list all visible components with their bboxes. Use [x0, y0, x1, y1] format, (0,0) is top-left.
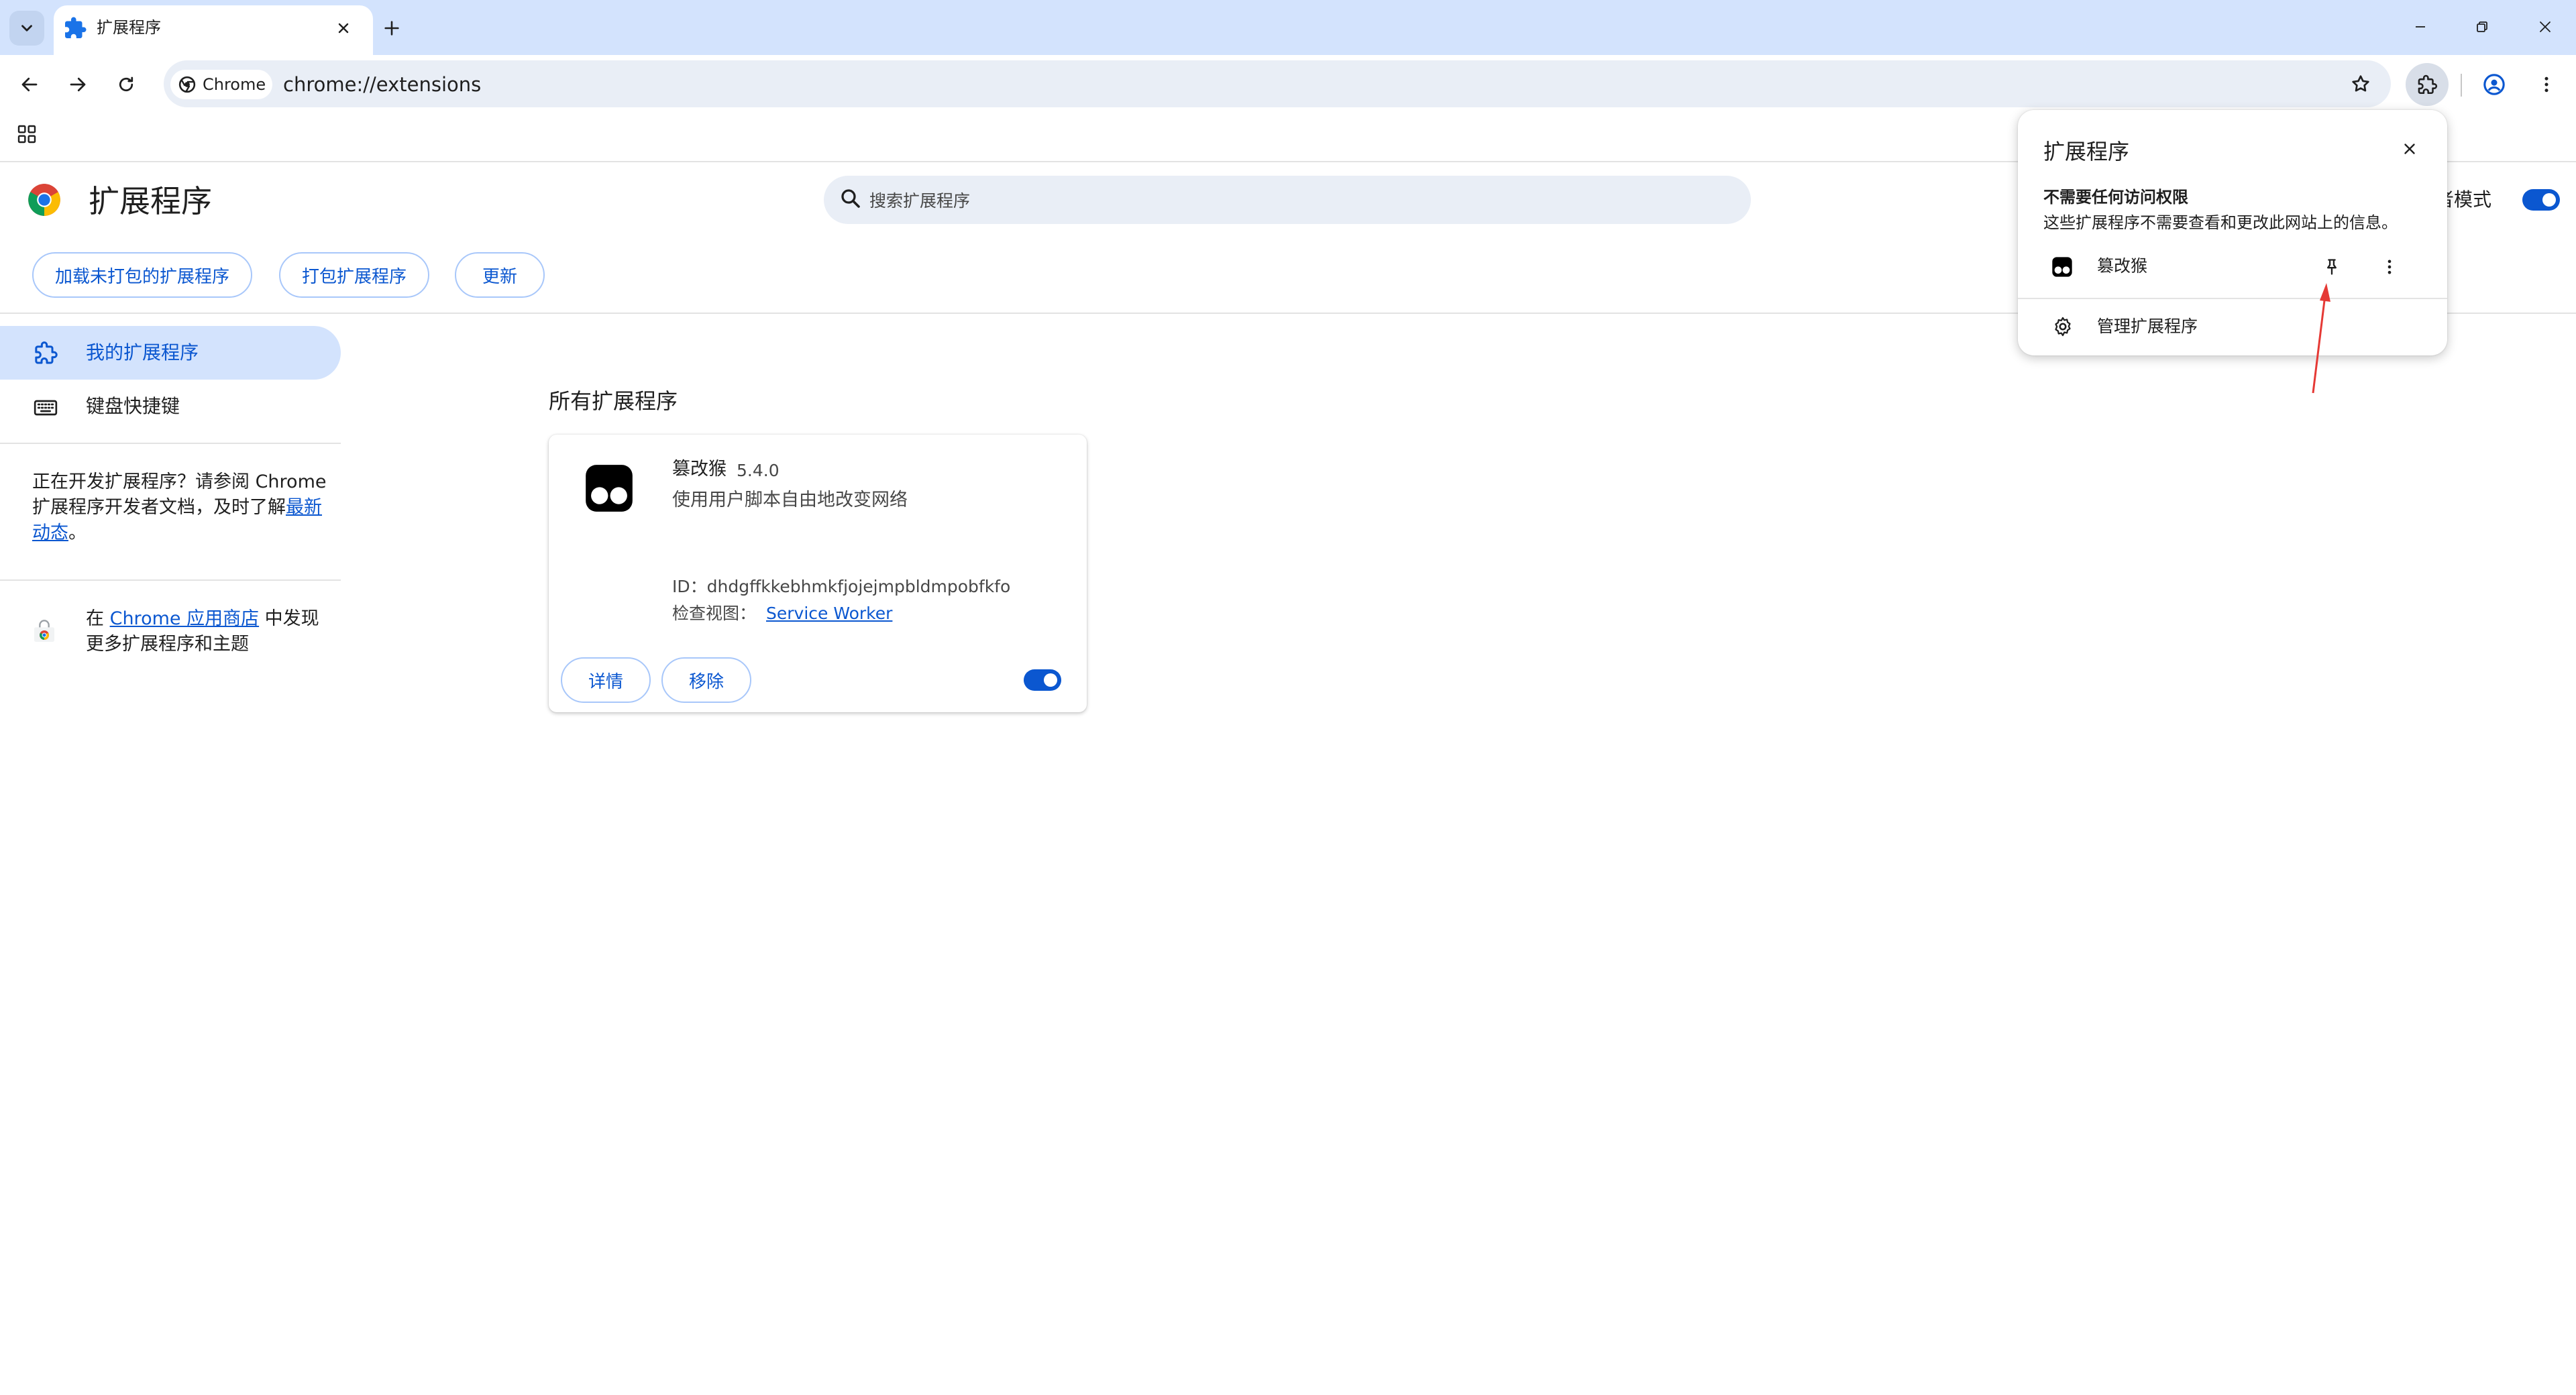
inspect-views-label: 检查视图： [672, 604, 757, 623]
details-button[interactable]: 详情 [561, 657, 651, 703]
site-chip-label: Chrome [203, 75, 266, 94]
popup-section-description: 这些扩展程序不需要查看和更改此网站上的信息。 [2043, 213, 2398, 232]
apps-button[interactable] [12, 119, 42, 149]
service-worker-link[interactable]: Service Worker [766, 602, 892, 625]
extension-version: 5.4.0 [737, 461, 780, 480]
site-info-chip[interactable]: Chrome [170, 70, 272, 99]
popup-title: 扩展程序 [2043, 139, 2130, 164]
sidebar-item-label[interactable]: 键盘快捷键 [86, 394, 180, 418]
dev-note-text: 正在开发扩展程序？请参阅 Chrome 扩展程序开发者文档，及时了解 [32, 471, 327, 518]
puzzle-icon [2418, 74, 2438, 95]
extension-icon [32, 339, 59, 366]
restore-icon [2477, 21, 2487, 32]
dev-note-suffix: 。 [68, 522, 87, 543]
pin-icon [2327, 259, 2337, 275]
avatar-icon [2483, 74, 2505, 95]
address-bar[interactable] [164, 60, 2391, 107]
more-vert-icon [2544, 76, 2548, 93]
chrome-menu-button[interactable] [2529, 67, 2564, 102]
tab-title: 扩展程序 [97, 18, 161, 37]
section-title: 所有扩展程序 [549, 388, 678, 414]
popup-close-button[interactable] [2394, 133, 2426, 165]
annotation-arrow [2308, 275, 2341, 394]
extension-more-button[interactable] [2373, 251, 2406, 283]
gear-icon [2051, 315, 2074, 338]
bookmark-button[interactable] [2344, 67, 2377, 101]
close-icon [2404, 144, 2415, 154]
popup-section-heading: 不需要任何访问权限 [2043, 188, 2188, 207]
extensions-button[interactable] [2406, 63, 2449, 106]
chrome-logo [27, 182, 62, 217]
tampermonkey-icon [584, 463, 635, 514]
sidebar-divider [0, 443, 341, 444]
window-close-button[interactable] [2526, 13, 2564, 40]
search-icon [839, 186, 863, 211]
chevron-down-icon [21, 25, 32, 32]
tab-close-button[interactable] [330, 15, 357, 42]
search-input[interactable] [868, 186, 1676, 215]
keyboard-icon [32, 394, 59, 421]
plus-icon [384, 21, 399, 36]
minimize-icon [2416, 26, 2425, 27]
restore-button[interactable] [2463, 13, 2501, 40]
popup-extension-name[interactable]: 篡改猴 [2097, 255, 2147, 278]
extension-enable-toggle[interactable] [1024, 669, 1061, 691]
close-icon [338, 23, 349, 34]
close-icon [2540, 21, 2551, 32]
chrome-icon [178, 76, 196, 93]
apps-grid-icon [17, 125, 36, 144]
page-title: 扩展程序 [89, 183, 212, 219]
star-icon [2352, 75, 2369, 92]
arrow-right-icon [70, 77, 86, 92]
load-unpacked-button[interactable]: 加载未打包的扩展程序 [32, 252, 252, 298]
manage-extensions-item[interactable]: 管理扩展程序 [2097, 315, 2198, 338]
web-store-icon [31, 618, 58, 645]
sidebar-divider [0, 579, 341, 581]
tab-search-button[interactable] [9, 11, 44, 46]
extension-id: ID：dhdgffkkebhmkfjojejmpbldmpobfkfo [672, 577, 1011, 596]
extension-description: 使用用户脚本自由地改变网络 [672, 490, 908, 510]
remove-button[interactable]: 移除 [661, 657, 751, 703]
sidebar-item-label[interactable]: 我的扩展程序 [86, 341, 199, 365]
web-store-note: 在 Chrome 应用商店 中发现更多扩展程序和主题 [86, 606, 327, 657]
store-note-prefix: 在 [86, 608, 110, 629]
puzzle-icon [63, 16, 87, 40]
extension-name: 篡改猴 [672, 459, 727, 480]
popup-divider [2018, 298, 2447, 299]
more-vert-icon [2387, 260, 2392, 274]
pack-extension-button[interactable]: 打包扩展程序 [279, 252, 429, 298]
toolbar-separator [2461, 74, 2462, 97]
reload-button[interactable] [109, 67, 144, 102]
back-button[interactable] [12, 67, 47, 102]
url-text[interactable]: chrome://extensions [283, 71, 481, 98]
developer-mode-toggle[interactable] [2522, 189, 2560, 211]
profile-button[interactable] [2477, 67, 2512, 102]
reload-icon [119, 76, 133, 92]
new-tab-button[interactable] [377, 13, 407, 43]
update-button[interactable]: 更新 [455, 252, 545, 298]
minimize-button[interactable] [2402, 13, 2439, 40]
tampermonkey-icon [2051, 256, 2073, 278]
developer-docs-note: 正在开发扩展程序？请参阅 Chrome 扩展程序开发者文档，及时了解最新动态。 [32, 469, 327, 546]
web-store-link[interactable]: Chrome 应用商店 [110, 608, 260, 629]
arrow-left-icon [21, 77, 38, 92]
forward-button[interactable] [60, 67, 95, 102]
